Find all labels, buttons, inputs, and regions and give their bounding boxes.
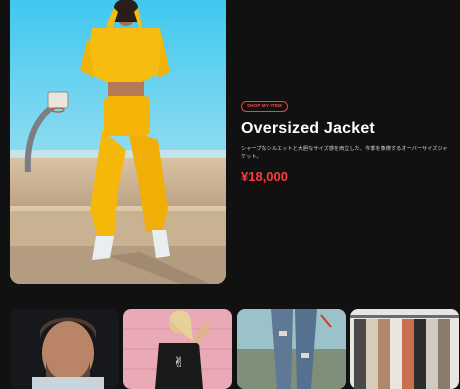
product-title: Oversized Jacket bbox=[241, 120, 375, 137]
product-price: ¥18,000 bbox=[241, 169, 288, 184]
hero-product-image[interactable] bbox=[10, 0, 226, 284]
ripped-jeans-photo bbox=[237, 309, 346, 389]
clothes-rack-photo bbox=[350, 309, 459, 389]
thumbnail-bearded-man[interactable] bbox=[10, 309, 119, 389]
thumbnail-ripped-jeans[interactable] bbox=[237, 309, 346, 389]
bearded-man-photo bbox=[10, 309, 119, 389]
woman-pink-wall-photo: ✌ bbox=[123, 309, 232, 389]
hero-photo-graphic bbox=[10, 0, 226, 284]
product-description: シャープなシルエットと大胆なサイズ感を両立した、今季を象徴するオーバーサイズジャ… bbox=[241, 146, 448, 160]
thumbnail-clothes-rack[interactable] bbox=[350, 309, 459, 389]
shop-item-badge[interactable]: SHOP MY ITEM bbox=[241, 101, 288, 112]
svg-text:✌: ✌ bbox=[173, 355, 185, 371]
thumbnail-woman-pink-wall[interactable]: ✌ bbox=[123, 309, 232, 389]
product-info-panel: SHOP MY ITEM Oversized Jacket シャープなシルエット… bbox=[241, 94, 451, 184]
